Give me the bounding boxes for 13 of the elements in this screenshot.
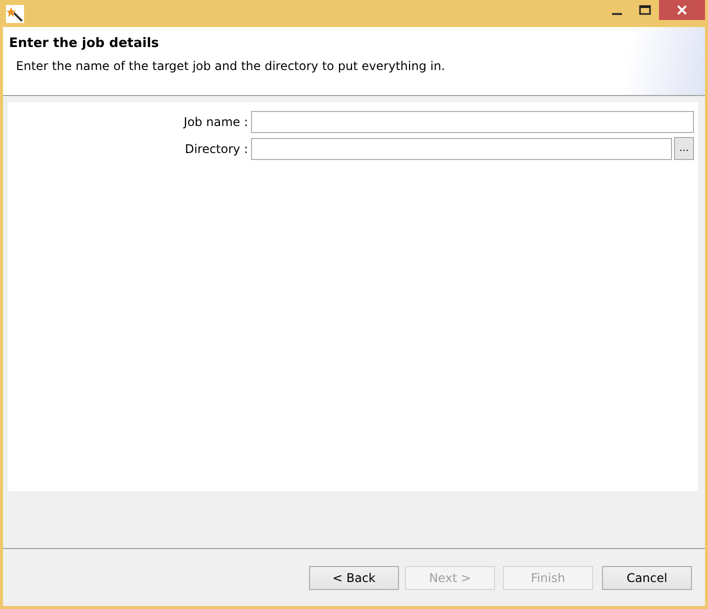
field-label: Job name : [182, 115, 248, 129]
maximize-icon[interactable] [639, 5, 651, 15]
browse-button[interactable]: ... [674, 137, 694, 160]
page-description: Enter the name of the target job and the directory to put everything in. [15, 59, 446, 73]
page-title: Enter the job details [9, 36, 160, 51]
close-button[interactable] [659, 0, 705, 20]
input-field[interactable] [251, 111, 694, 133]
field-label: Directory : [184, 142, 248, 156]
input-field[interactable] [251, 138, 672, 160]
wizard-button[interactable]: Cancel [602, 566, 692, 590]
close-icon [677, 5, 687, 15]
wizard-button[interactable]: < Back [309, 566, 399, 590]
wizard-wand-icon [6, 4, 24, 22]
